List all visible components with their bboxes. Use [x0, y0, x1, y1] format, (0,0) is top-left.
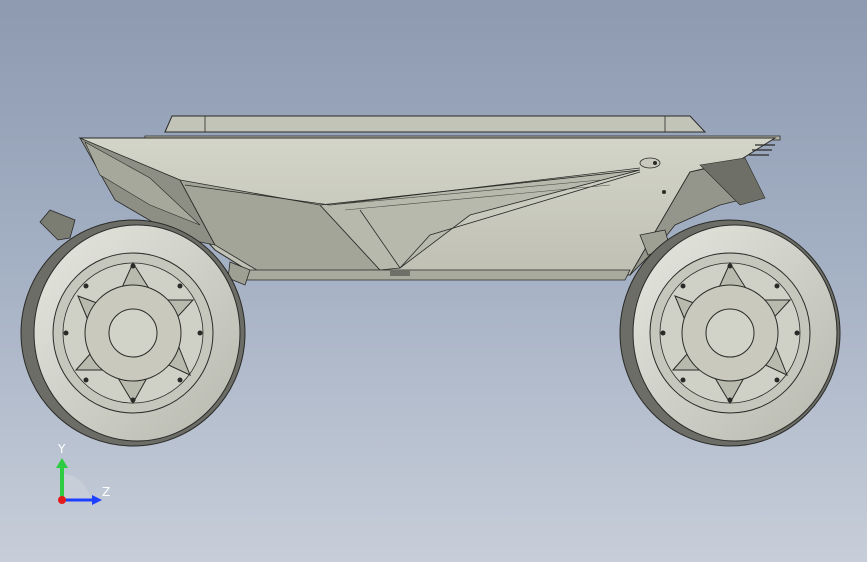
graphics-viewport[interactable]: Y Z: [0, 0, 867, 562]
robot-vehicle-model[interactable]: [0, 0, 867, 562]
y-axis-arrowhead: [56, 458, 68, 468]
top-lid: [144, 115, 781, 141]
y-axis-label: Y: [58, 442, 66, 456]
triad-plane-icon: [62, 473, 90, 500]
z-axis-arrowhead: [92, 495, 102, 505]
x-axis-dot: [58, 496, 66, 504]
view-orientation-triad[interactable]: Y Z: [40, 438, 130, 518]
left-wheel[interactable]: [20, 219, 246, 447]
z-axis-label: Z: [102, 485, 111, 499]
right-wheel[interactable]: [619, 219, 841, 447]
